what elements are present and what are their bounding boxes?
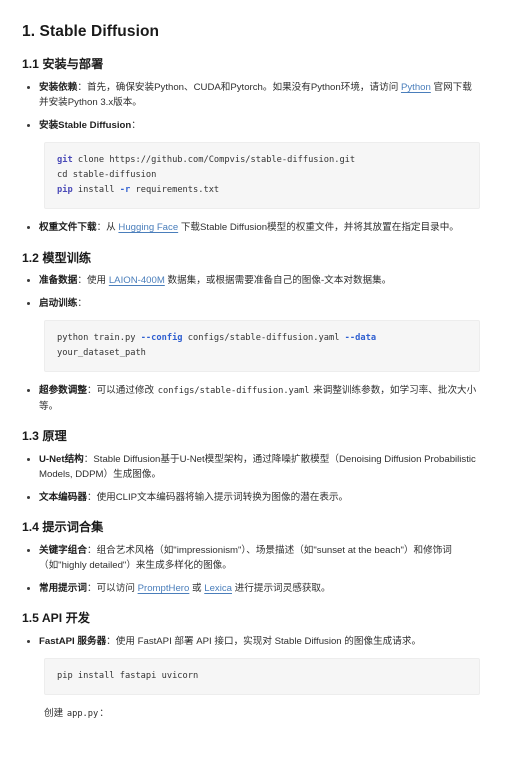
body-text: 使用: [86, 275, 109, 287]
code-token: --data: [344, 333, 377, 344]
bullet-separator: ：: [86, 582, 97, 594]
body-text: Stable Diffusion基于U-Net模型架构，通过降噪扩散模型（Den…: [39, 453, 476, 481]
body-text: ：: [99, 708, 109, 720]
body-text: 进行提示词灵感获取。: [232, 582, 331, 594]
code-block: pip install fastapi uvicorn: [44, 658, 480, 696]
bullet-list: 安装依赖：首先，确保安装Python、CUDA和Pytorch。如果没有Pyth…: [22, 80, 480, 134]
bullet-separator: ：: [96, 222, 107, 234]
list-item: FastAPI 服务器：使用 FastAPI 部署 API 接口，实现对 Sta…: [22, 634, 480, 650]
bullet-separator: ：: [77, 275, 87, 287]
code-token: pip install fastapi uvicorn: [57, 671, 199, 682]
list-item: 文本编码器：使用CLIP文本编码器将输入提示词转换为图像的潜在表示。: [22, 490, 480, 506]
section-heading: 1.1 安装与部署: [22, 57, 104, 72]
section-heading: 1.5 API 开发: [22, 611, 90, 626]
code-token: -r: [119, 185, 131, 196]
bullet-term: 准备数据: [39, 275, 78, 287]
trailing-text: 创建 app.py：: [44, 706, 480, 722]
body-text: 下载Stable Diffusion模型的权重文件，并将其放置在指定目录中。: [178, 222, 459, 234]
code-token: configs/stable-diffusion.yaml: [182, 333, 345, 344]
code-line: pip install fastapi uvicorn: [57, 669, 467, 684]
doc-link[interactable]: Hugging Face: [118, 222, 178, 233]
bullet-term: 常用提示词: [39, 582, 87, 594]
bullet-term: 启动训练: [39, 297, 78, 309]
body-text: 组合艺术风格（如"impressionism"）、场景描述（如"sunset a…: [39, 544, 452, 572]
doc-link[interactable]: PromptHero: [138, 583, 190, 594]
page-title: 1. Stable Diffusion: [22, 23, 160, 40]
code-token: requirements.txt: [130, 185, 220, 196]
code-block: python train.py --config configs/stable-…: [44, 320, 480, 373]
list-item: U-Net结构：Stable Diffusion基于U-Net模型架构，通过降噪…: [22, 452, 480, 483]
code-token: git: [57, 155, 73, 166]
bullet-term: FastAPI 服务器: [39, 635, 107, 647]
body-text: 可以通过修改: [96, 385, 157, 397]
code-line: python train.py --config configs/stable-…: [57, 331, 467, 361]
doc-link[interactable]: Python: [401, 82, 431, 93]
body-text: 使用CLIP文本编码器将输入提示词转换为图像的潜在表示。: [96, 491, 349, 503]
section-heading: 1.4 提示词合集: [22, 520, 104, 535]
bullet-separator: ：: [86, 544, 97, 556]
code-token: clone https://github.com/Compvis/stable-…: [72, 155, 356, 166]
section-heading: 1.2 模型训练: [22, 250, 92, 265]
sections-container: 1.1 安装与部署 安装依赖：首先，确保安装Python、CUDA和Pytorch…: [22, 56, 480, 722]
code-line: pip install -r requirements.txt: [57, 183, 467, 198]
bullet-term: U-Net结构: [39, 453, 84, 465]
list-item: 常用提示词：可以访问 PromptHero 或 Lexica 进行提示词灵感获取…: [22, 581, 480, 597]
bullet-term: 安装依赖: [39, 81, 78, 93]
bullet-term: 文本编码器: [39, 491, 87, 503]
code-token: cd stable-diffusion: [57, 170, 157, 181]
bullet-separator: ：: [83, 453, 94, 465]
bullet-separator: ：: [131, 119, 141, 131]
body-text: 数据集，或根据需要准备自己的图像-文本对数据集。: [164, 275, 392, 287]
doc-link[interactable]: LAION-400M: [109, 275, 165, 286]
list-item: 安装Stable Diffusion：: [22, 118, 480, 134]
bullet-term: 关键字组合: [39, 544, 87, 556]
bullet-term: 超参数调整: [39, 385, 87, 397]
section-heading: 1.3 原理: [22, 429, 67, 444]
body-text: 首先，确保安装Python、CUDA和Pytorch。如果没有Python环境，…: [86, 81, 401, 93]
list-item: 安装依赖：首先，确保安装Python、CUDA和Pytorch。如果没有Pyth…: [22, 80, 480, 111]
bullet-separator: ：: [77, 297, 87, 309]
bullet-separator: ：: [86, 491, 97, 503]
bullet-term: 安装Stable Diffusion: [39, 119, 132, 131]
code-token: python train.py: [57, 333, 141, 344]
list-item: 启动训练：: [22, 296, 480, 312]
inline-code: configs/stable-diffusion.yaml: [157, 386, 310, 397]
body-text: 可以访问: [96, 582, 138, 594]
bullet-list: 超参数调整：可以通过修改 configs/stable-diffusion.ya…: [22, 383, 480, 414]
list-item: 超参数调整：可以通过修改 configs/stable-diffusion.ya…: [22, 383, 480, 414]
code-token: install: [72, 185, 120, 196]
bullet-list: 权重文件下载：从 Hugging Face 下载Stable Diffusion…: [22, 220, 480, 236]
body-text: 或: [189, 582, 205, 594]
bullet-separator: ：: [86, 385, 97, 397]
code-line: cd stable-diffusion: [57, 168, 467, 183]
bullet-term: 权重文件下载: [39, 222, 97, 234]
bullet-list: U-Net结构：Stable Diffusion基于U-Net模型架构，通过降噪…: [22, 452, 480, 506]
document-page: 1. Stable Diffusion 1.1 安装与部署 安装依赖：首先，确保安…: [0, 0, 510, 732]
body-text: 创建: [44, 708, 66, 720]
bullet-list: FastAPI 服务器：使用 FastAPI 部署 API 接口，实现对 Sta…: [22, 634, 480, 650]
body-text: 从: [106, 222, 119, 234]
code-block: git clone https://github.com/Compvis/sta…: [44, 142, 480, 210]
bullet-separator: ：: [106, 635, 116, 647]
code-line: git clone https://github.com/Compvis/sta…: [57, 153, 467, 168]
list-item: 准备数据：使用 LAION-400M 数据集，或根据需要准备自己的图像-文本对数…: [22, 273, 480, 289]
list-item: 权重文件下载：从 Hugging Face 下载Stable Diffusion…: [22, 220, 480, 236]
list-item: 关键字组合：组合艺术风格（如"impressionism"）、场景描述（如"su…: [22, 543, 480, 574]
bullet-list: 关键字组合：组合艺术风格（如"impressionism"）、场景描述（如"su…: [22, 543, 480, 597]
body-text: 使用 FastAPI 部署 API 接口，实现对 Stable Diffusio…: [115, 635, 422, 647]
code-token: --config: [140, 333, 183, 344]
inline-code: app.py: [66, 709, 99, 720]
doc-link[interactable]: Lexica: [204, 583, 232, 594]
code-token: pip: [57, 185, 73, 196]
bullet-separator: ：: [77, 81, 87, 93]
bullet-list: 准备数据：使用 LAION-400M 数据集，或根据需要准备自己的图像-文本对数…: [22, 273, 480, 311]
